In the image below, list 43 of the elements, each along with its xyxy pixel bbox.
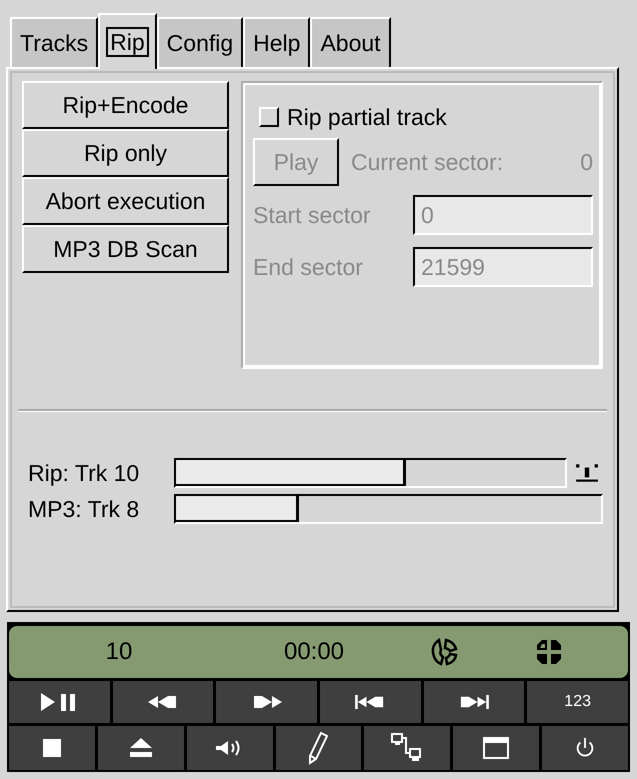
- field-label: End sector: [253, 254, 364, 280]
- track-number: 10: [106, 638, 132, 666]
- volume-button[interactable]: [186, 726, 273, 770]
- stop-icon: [42, 739, 61, 757]
- rip-button[interactable]: Rip only: [22, 129, 229, 177]
- play-pause-button[interactable]: [9, 681, 110, 723]
- tab[interactable]: Config: [156, 17, 244, 67]
- checkbox[interactable]: [259, 107, 279, 127]
- eject-button[interactable]: [98, 726, 184, 770]
- current-sector-value: 0: [580, 148, 593, 176]
- fast-forward-button[interactable]: [216, 681, 317, 723]
- field-label: Start sector: [253, 202, 372, 228]
- stop-button[interactable]: [9, 726, 95, 770]
- tab[interactable]: About: [310, 17, 391, 67]
- tab[interactable]: Help: [243, 17, 310, 67]
- network-button[interactable]: [364, 726, 450, 770]
- checkbox-label: Rip partial track: [287, 104, 447, 130]
- window-icon: [483, 737, 510, 759]
- rip-button[interactable]: MP3 DB Scan: [22, 225, 229, 273]
- next-track-button[interactable]: [424, 681, 524, 723]
- fast-forward-icon: [252, 695, 282, 709]
- status-icon: [575, 462, 599, 484]
- previous-track-icon: [355, 695, 386, 709]
- rip-button[interactable]: Rip+Encode: [22, 81, 229, 129]
- progress-label: MP3: Trk 8: [28, 496, 140, 522]
- progress-label: Rip: Trk 10: [28, 460, 140, 486]
- current-sector-label: Current sector:: [351, 148, 504, 176]
- previous-track-button[interactable]: [320, 681, 421, 723]
- tab[interactable]: Rip: [98, 13, 157, 69]
- pencil-icon: [308, 731, 328, 765]
- edit-button[interactable]: [276, 726, 362, 770]
- eject-icon: [130, 738, 152, 758]
- rewind-icon: [148, 695, 178, 709]
- rip-button[interactable]: Abort execution: [22, 177, 229, 225]
- cd-icon[interactable]: [429, 637, 459, 667]
- window-button[interactable]: [453, 726, 540, 770]
- rewind-button[interactable]: [112, 681, 214, 723]
- next-track-icon: [458, 695, 489, 709]
- time-display: 00:00: [284, 638, 344, 666]
- power-button[interactable]: [542, 726, 628, 770]
- track-list-button[interactable]: 123: [527, 681, 628, 723]
- network-icon: [391, 733, 424, 763]
- tab[interactable]: Tracks: [10, 17, 98, 67]
